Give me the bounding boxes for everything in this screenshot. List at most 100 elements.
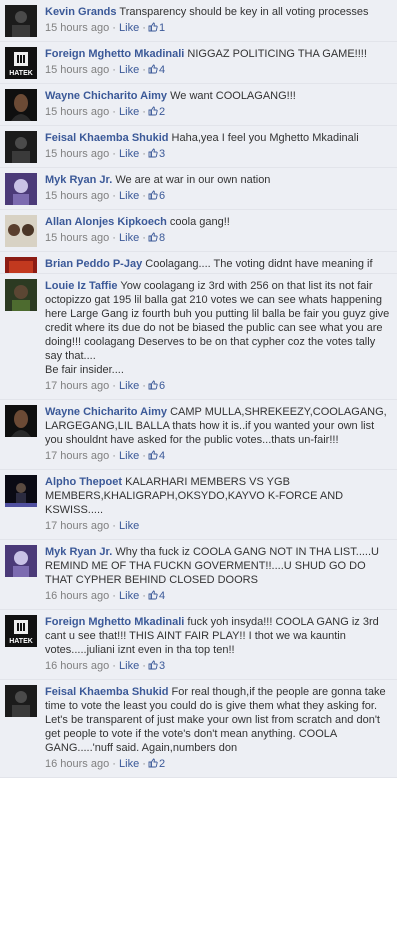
like-link[interactable]: Like — [119, 106, 139, 118]
comment-body: Myk Ryan Jr. We are at war in our own na… — [45, 173, 391, 187]
comment-timestamp[interactable]: 15 hours ago — [45, 232, 109, 244]
comment-text: We are at war in our own nation — [115, 174, 271, 186]
comment-text: NIGGAZ POLITICING THA GAME!!!! — [187, 48, 367, 60]
comment-meta: 17 hours ago · Like · 6 — [45, 379, 391, 394]
like-count[interactable]: 6 — [146, 380, 165, 392]
comment-item: Alpho Thepoet KALARHARI MEMBERS VS YGB M… — [0, 470, 397, 540]
like-count-number: 4 — [158, 64, 166, 76]
avatar[interactable] — [5, 173, 37, 205]
comment-timestamp[interactable]: 17 hours ago — [45, 380, 109, 392]
comment-meta: 15 hours ago · Like · 2 — [45, 105, 391, 120]
comment-timestamp[interactable]: 16 hours ago — [45, 590, 109, 602]
comment-timestamp[interactable]: 15 hours ago — [45, 106, 109, 118]
comment-author-link[interactable]: Louie Iz Taffie — [45, 280, 118, 292]
like-count-number: 2 — [158, 106, 166, 118]
comment-item: Feisal Khaemba Shukid Haha,yea I feel yo… — [0, 126, 397, 168]
like-count[interactable]: 2 — [146, 106, 165, 118]
like-count[interactable]: 4 — [146, 590, 165, 602]
comment-author-link[interactable]: Feisal Khaemba Shukid — [45, 686, 168, 698]
comment-text: coola gang!! — [169, 216, 230, 228]
comment-author-link[interactable]: Alpho Thepoet — [45, 476, 122, 488]
comment-timestamp[interactable]: 15 hours ago — [45, 22, 109, 34]
avatar[interactable] — [5, 475, 37, 507]
like-link[interactable]: Like — [119, 660, 139, 672]
comment-body: Allan Alonjes Kipkoech coola gang!! — [45, 215, 391, 229]
avatar[interactable] — [5, 215, 37, 247]
like-link[interactable]: Like — [119, 64, 139, 76]
like-count[interactable]: 2 — [146, 758, 165, 770]
like-link[interactable]: Like — [119, 520, 139, 532]
comment-timestamp[interactable]: 16 hours ago — [45, 758, 109, 770]
separator: · — [112, 64, 116, 76]
comment-meta: 17 hours ago · Like · 4 — [45, 449, 391, 464]
like-link[interactable]: Like — [119, 22, 139, 34]
thumbs-up-icon — [148, 190, 158, 200]
comment-meta: 16 hours ago · Like · 2 — [45, 757, 391, 772]
comment-author-link[interactable]: Brian Peddo P-Jay — [45, 258, 142, 270]
like-count[interactable]: 3 — [146, 660, 165, 672]
comment-timestamp[interactable]: 15 hours ago — [45, 148, 109, 160]
like-link[interactable]: Like — [119, 590, 139, 602]
like-link[interactable]: Like — [119, 148, 139, 160]
comment-author-link[interactable]: Kevin Grands — [45, 6, 117, 18]
separator: · — [112, 660, 116, 672]
separator: · — [112, 590, 116, 602]
comment-timestamp[interactable]: 15 hours ago — [45, 64, 109, 76]
comment-body: Foreign Mghetto Mkadinali fuck yoh insyd… — [45, 615, 391, 657]
avatar[interactable] — [5, 685, 37, 717]
comment-item: HATEK Foreign Mghetto Mkadinali fuck yoh … — [0, 610, 397, 680]
comment-body: Alpho Thepoet KALARHARI MEMBERS VS YGB M… — [45, 475, 391, 517]
avatar[interactable] — [5, 5, 37, 37]
avatar[interactable]: HATEK — [5, 47, 37, 79]
like-count[interactable]: 8 — [146, 232, 165, 244]
avatar[interactable]: HATEK — [5, 615, 37, 647]
avatar[interactable] — [5, 279, 37, 311]
like-link[interactable]: Like — [119, 190, 139, 202]
comment-timestamp[interactable]: 15 hours ago — [45, 190, 109, 202]
comment-timestamp[interactable]: 16 hours ago — [45, 660, 109, 672]
separator: · — [112, 520, 116, 532]
like-link[interactable]: Like — [119, 758, 139, 770]
comment-timestamp[interactable]: 17 hours ago — [45, 450, 109, 462]
comment-author-link[interactable]: Allan Alonjes Kipkoech — [45, 216, 167, 228]
avatar[interactable] — [5, 405, 37, 437]
like-count[interactable]: 6 — [146, 190, 165, 202]
comment-meta: 15 hours ago · Like · 8 — [45, 231, 391, 246]
comment-author-link[interactable]: Feisal Khaemba Shukid — [45, 132, 168, 144]
comment-body: Feisal Khaemba Shukid Haha,yea I feel yo… — [45, 131, 391, 145]
like-count[interactable]: 4 — [146, 64, 165, 76]
comment-body: Kevin Grands Transparency should be key … — [45, 5, 391, 19]
separator: · — [112, 380, 116, 392]
avatar[interactable] — [5, 89, 37, 121]
comment-body: Wayne Chicharito Aimy We want COOLAGANG!… — [45, 89, 391, 103]
comment-author-link[interactable]: Foreign Mghetto Mkadinali — [45, 48, 184, 60]
comment-text-line: Be fair insider.... — [45, 364, 124, 376]
comment-author-link[interactable]: Myk Ryan Jr. — [45, 174, 112, 186]
comment-author-link[interactable]: Myk Ryan Jr. — [45, 546, 112, 558]
separator: · — [112, 450, 116, 462]
comment-item: Kevin Grands Transparency should be key … — [0, 0, 397, 42]
like-count[interactable]: 3 — [146, 148, 165, 160]
comment-text: Haha,yea I feel you Mghetto Mkadinali — [171, 132, 359, 144]
like-count[interactable]: 1 — [146, 22, 165, 34]
like-link[interactable]: Like — [119, 380, 139, 392]
avatar[interactable] — [5, 131, 37, 163]
avatar[interactable] — [5, 545, 37, 577]
avatar[interactable] — [5, 257, 37, 273]
comment-text: We want COOLAGANG!!! — [170, 90, 296, 102]
like-link[interactable]: Like — [119, 232, 139, 244]
separator: · — [112, 190, 116, 202]
like-link[interactable]: Like — [119, 450, 139, 462]
comment-author-link[interactable]: Wayne Chicharito Aimy — [45, 406, 167, 418]
comment-author-link[interactable]: Foreign Mghetto Mkadinali — [45, 616, 184, 628]
comment-meta: 15 hours ago · Like · 4 — [45, 63, 391, 78]
comment-item: Brian Peddo P-Jay Coolagang.... The voti… — [0, 252, 397, 274]
comment-body: Louie Iz Taffie Yow coolagang iz 3rd wit… — [45, 279, 391, 363]
comment-timestamp[interactable]: 17 hours ago — [45, 520, 109, 532]
comment-item: Wayne Chicharito Aimy We want COOLAGANG!… — [0, 84, 397, 126]
like-count-number: 3 — [158, 148, 166, 160]
comment-body: Myk Ryan Jr. Why tha fuck iz COOLA GANG … — [45, 545, 391, 587]
comment-author-link[interactable]: Wayne Chicharito Aimy — [45, 90, 167, 102]
like-count[interactable]: 4 — [146, 450, 165, 462]
comment-meta: 16 hours ago · Like · 4 — [45, 589, 391, 604]
